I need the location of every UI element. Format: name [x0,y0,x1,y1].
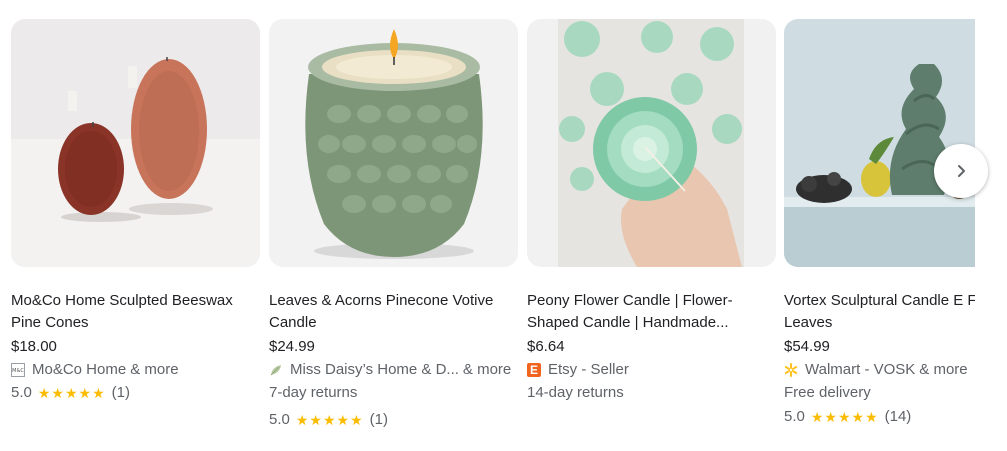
seller-row[interactable]: Walmart - VOSK & more [784,360,975,380]
etsy-icon: E [527,363,541,377]
leaf-icon [269,363,283,377]
moco-logo-icon: M&C [11,363,25,377]
product-title[interactable]: Leaves & Acorns Pinecone Votive Candle [269,290,515,334]
chevron-right-icon [958,165,965,177]
star-rating-icon: ★★★★★ [810,409,879,425]
returns-info: 7-day returns [269,384,358,401]
product-image[interactable] [269,19,518,267]
star-rating-icon: ★★★★★ [37,385,106,401]
review-count: (1) [111,384,130,401]
rating-row: 5.0 ★★★★★ (1) [269,410,518,430]
rating-value: 5.0 [784,408,805,425]
rating-row: 5.0 ★★★★★ (14) [784,407,975,427]
rating-value: 5.0 [11,384,32,401]
product-image[interactable] [11,19,260,267]
more-sellers-link[interactable]: & more [919,360,967,380]
product-carousel: Mo&Co Home Sculpted Beeswax Pine Cones $… [0,0,975,451]
etsy-letter: E [529,363,538,377]
review-count: (1) [369,411,388,428]
seller-name: Mo&Co Home [32,361,127,378]
rating-row: 5.0 ★★★★★ (1) [11,383,260,403]
product-image[interactable] [784,19,975,267]
product-price: $18.00 [11,338,57,355]
seller-name: Etsy - Seller [548,361,629,378]
product-card[interactable]: Peony Flower Candle | Flower-Shaped Cand… [527,19,776,403]
star-rating-icon: ★★★★★ [295,412,364,428]
seller-row[interactable]: M&C Mo&Co Home & more [11,360,260,380]
product-price: $54.99 [784,338,830,355]
seller-row[interactable]: E Etsy - Seller [527,360,776,380]
delivery-info: Free delivery [784,384,871,401]
seller-name: Walmart - VOSK [805,361,916,378]
svg-text:M&C: M&C [12,368,24,374]
walmart-spark-icon [784,363,798,377]
review-count: (14) [884,408,912,425]
product-price: $24.99 [269,338,315,355]
product-title[interactable]: Peony Flower Candle | Flower-Shaped Cand… [527,290,773,334]
seller-row[interactable]: Miss Daisy’s Home & D... & more [269,360,518,380]
carousel-next-button[interactable] [934,144,988,198]
product-title[interactable]: Vortex Sculptural Candle E Forest Leaves [784,290,975,334]
product-image[interactable] [527,19,776,267]
product-title[interactable]: Mo&Co Home Sculpted Beeswax Pine Cones [11,290,257,334]
product-card[interactable]: Leaves & Acorns Pinecone Votive Candle $… [269,19,518,430]
more-sellers-link[interactable]: & more [130,360,178,380]
returns-info: 14-day returns [527,384,624,401]
seller-name: Miss Daisy’s Home & D... [290,361,459,378]
product-price: $6.64 [527,338,565,355]
more-sellers-link[interactable]: & more [463,360,511,380]
product-card[interactable]: Mo&Co Home Sculpted Beeswax Pine Cones $… [11,19,260,403]
rating-value: 5.0 [269,411,290,428]
product-card[interactable]: Vortex Sculptural Candle E Forest Leaves… [784,19,975,427]
